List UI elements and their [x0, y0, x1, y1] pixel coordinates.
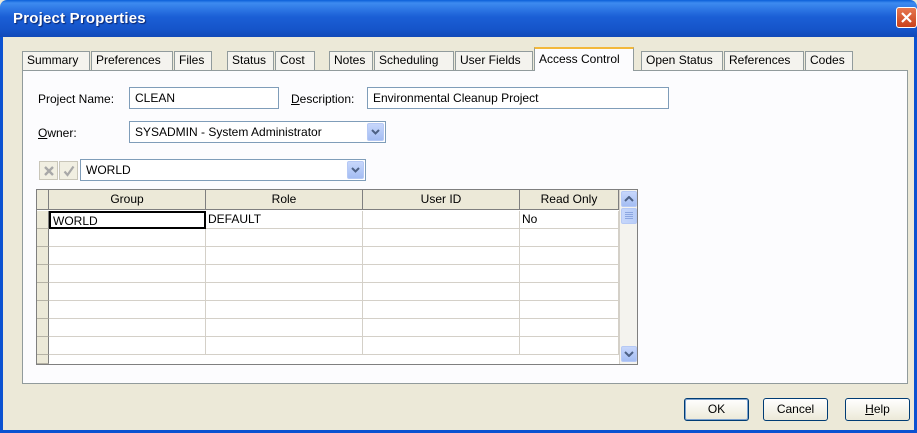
column-header-read-only[interactable]: Read Only [520, 190, 619, 210]
description-label-rest: escription: [299, 92, 355, 106]
empty-cell[interactable] [206, 229, 363, 247]
empty-cell[interactable] [520, 283, 619, 301]
tab-scheduling[interactable]: Scheduling [374, 51, 454, 70]
row-selector[interactable] [37, 319, 49, 337]
empty-cell[interactable] [363, 247, 520, 265]
help-button-accel: H [865, 402, 874, 416]
empty-cell[interactable] [49, 301, 206, 319]
tab-status[interactable]: Status [227, 51, 274, 70]
tab-files[interactable]: Files [174, 51, 212, 70]
window-title: Project Properties [13, 10, 146, 27]
tab-user-fields[interactable]: User Fields [455, 51, 533, 70]
empty-cell[interactable] [206, 265, 363, 283]
owner-label: Owner: [38, 126, 77, 140]
empty-cell[interactable] [363, 283, 520, 301]
empty-cell[interactable] [49, 265, 206, 283]
row-selector[interactable] [37, 211, 49, 229]
empty-cell[interactable] [363, 229, 520, 247]
empty-cell[interactable] [520, 301, 619, 319]
header-corner [37, 190, 49, 210]
owner-value: SYSADMIN - System Administrator [135, 125, 322, 139]
tab-references[interactable]: References [724, 51, 804, 70]
grid-header: Group Role User ID Read Only [37, 190, 619, 210]
row-selector[interactable] [37, 337, 49, 355]
empty-cell[interactable] [206, 337, 363, 355]
column-header-group[interactable]: Group [49, 190, 206, 210]
grid-vertical-scrollbar[interactable] [619, 190, 637, 364]
description-label: Description: [291, 92, 354, 106]
cell-user-id[interactable] [363, 211, 520, 229]
project-name-label: Project Name: [38, 92, 115, 106]
x-icon [44, 166, 54, 176]
close-icon [901, 12, 912, 23]
tab-cost[interactable]: Cost [275, 51, 315, 70]
scroll-thumb[interactable] [621, 208, 637, 224]
description-field[interactable]: Environmental Cleanup Project [367, 87, 669, 109]
project-properties-window: Project Properties Summary Preferences F… [0, 0, 917, 433]
cell-read-only[interactable]: No [520, 211, 619, 229]
group-selector-arrow[interactable] [347, 161, 364, 179]
cancel-edit-button[interactable] [39, 161, 58, 180]
description-label-accel: D [291, 92, 300, 106]
empty-cell[interactable] [49, 283, 206, 301]
tab-notes[interactable]: Notes [329, 51, 373, 70]
empty-cell[interactable] [49, 247, 206, 265]
empty-cell[interactable] [520, 229, 619, 247]
help-button[interactable]: Help [845, 398, 910, 421]
close-button[interactable] [896, 7, 917, 28]
empty-cell[interactable] [520, 337, 619, 355]
help-button-rest: elp [873, 402, 890, 416]
row-selector[interactable] [37, 355, 49, 364]
empty-cell[interactable] [363, 337, 520, 355]
row-selector[interactable] [37, 247, 49, 265]
empty-cell[interactable] [363, 301, 520, 319]
chevron-down-icon [371, 129, 380, 135]
cell-role[interactable]: DEFAULT [206, 211, 363, 229]
check-icon [63, 165, 75, 177]
tab-preferences[interactable]: Preferences [91, 51, 173, 70]
empty-cell[interactable] [49, 229, 206, 247]
empty-cell[interactable] [520, 247, 619, 265]
owner-label-accel: O [38, 126, 48, 140]
confirm-edit-button[interactable] [59, 161, 78, 180]
empty-cell[interactable] [206, 301, 363, 319]
tab-open-status[interactable]: Open Status [641, 51, 723, 70]
empty-cell[interactable] [520, 319, 619, 337]
access-grid[interactable]: Group Role User ID Read Only WORLD DEFAU… [36, 189, 638, 365]
tab-codes[interactable]: Codes [805, 51, 853, 70]
empty-cell[interactable] [49, 337, 206, 355]
empty-cell[interactable] [363, 319, 520, 337]
column-header-role[interactable]: Role [206, 190, 363, 210]
column-header-user-id[interactable]: User ID [363, 190, 520, 210]
empty-cell[interactable] [49, 319, 206, 337]
chevron-down-icon [624, 351, 634, 357]
scroll-down-button[interactable] [621, 346, 637, 362]
chevron-up-icon [624, 196, 634, 202]
ok-button[interactable]: OK [684, 398, 749, 421]
empty-cell[interactable] [363, 265, 520, 283]
row-selector[interactable] [37, 301, 49, 319]
owner-dropdown[interactable]: SYSADMIN - System Administrator [129, 121, 386, 143]
row-selector[interactable] [37, 283, 49, 301]
cell-group[interactable]: WORLD [49, 211, 206, 229]
empty-cell[interactable] [520, 265, 619, 283]
project-name-field[interactable]: CLEAN [129, 87, 279, 109]
scroll-up-button[interactable] [621, 191, 637, 207]
cancel-button[interactable]: Cancel [763, 398, 828, 421]
empty-cell[interactable] [206, 247, 363, 265]
group-selector-value: WORLD [86, 163, 131, 177]
row-selector[interactable] [37, 265, 49, 283]
owner-label-rest: wner: [47, 126, 77, 140]
tab-access-control[interactable]: Access Control [534, 47, 634, 71]
group-selector[interactable]: WORLD [80, 159, 366, 181]
empty-cell[interactable] [206, 319, 363, 337]
chevron-down-icon [351, 167, 360, 173]
title-bar: Project Properties [0, 0, 917, 37]
tab-summary[interactable]: Summary [22, 51, 90, 70]
owner-dropdown-arrow[interactable] [367, 123, 384, 141]
row-selector[interactable] [37, 229, 49, 247]
empty-cell[interactable] [206, 283, 363, 301]
